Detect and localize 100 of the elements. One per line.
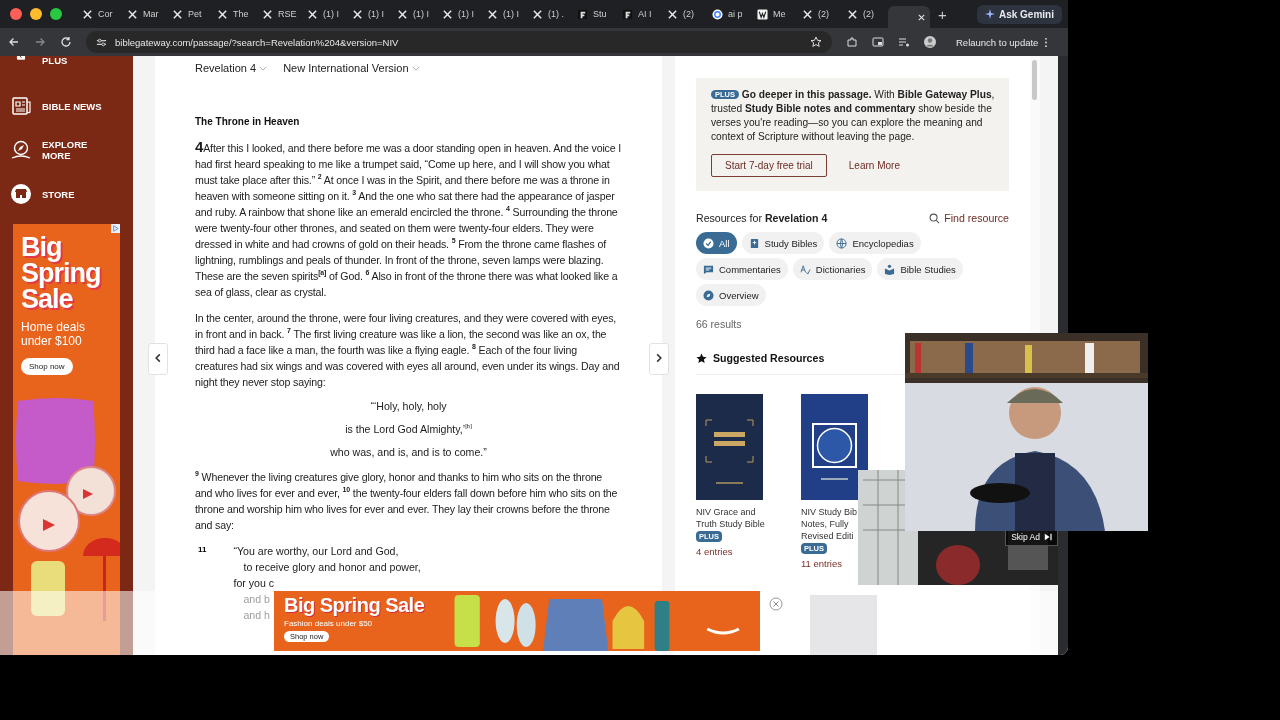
browser-tab[interactable]: (2) xyxy=(798,3,841,25)
spell-check-icon xyxy=(799,263,811,275)
filter-chip[interactable]: Dictionaries xyxy=(792,258,873,280)
poetry-line: for you c xyxy=(233,576,275,591)
version-dropdown[interactable]: New International Version xyxy=(283,62,420,74)
browser-tab[interactable]: (1) I xyxy=(393,3,436,25)
extensions-icon[interactable] xyxy=(846,36,858,48)
browser-tab[interactable]: The xyxy=(213,3,256,25)
ask-button[interactable]: Ask Gemini xyxy=(976,4,1062,24)
free-trial-button[interactable]: Start 7-day free trial xyxy=(711,154,827,177)
circle-icon xyxy=(712,8,723,20)
filter-chip[interactable]: Study Bibles xyxy=(741,232,825,254)
browser-tab[interactable]: Mar xyxy=(123,3,166,25)
browser-tab[interactable]: (2) xyxy=(843,3,886,25)
sidebar-item[interactable]: STORE xyxy=(0,180,133,208)
x-icon xyxy=(262,8,273,20)
x-icon xyxy=(442,8,453,20)
learn-more-link[interactable]: Learn More xyxy=(848,160,900,171)
minimize-window-button[interactable] xyxy=(30,8,42,20)
filter-chip[interactable]: Commentaries xyxy=(696,258,788,280)
x-icon xyxy=(127,8,138,20)
x-icon xyxy=(487,8,498,20)
poetry-line: “‘Holy, holy, holy xyxy=(369,400,448,412)
sparkle-icon xyxy=(984,9,995,19)
poetry-line: to receive glory and honor and power, xyxy=(242,560,421,575)
entries-link[interactable]: 4 entries xyxy=(696,546,733,557)
ad-headline: Big Spring Sale xyxy=(21,234,102,312)
section-heading: The Throne in Heaven xyxy=(195,116,301,127)
site-settings-icon[interactable] xyxy=(96,36,107,48)
browser-tab[interactable]: Me xyxy=(753,3,796,25)
forward-icon[interactable] xyxy=(34,36,46,48)
reload-icon[interactable] xyxy=(60,36,72,48)
x-icon xyxy=(847,8,858,20)
poetry-line: and h xyxy=(242,608,270,623)
book-title: NIV Study Bib Notes, Fully Revised Editi xyxy=(801,506,858,542)
compass-icon xyxy=(703,289,714,301)
section-title: Suggested Resources xyxy=(713,352,825,364)
x-icon xyxy=(397,8,408,20)
browser-tab[interactable]: Stu xyxy=(573,3,616,25)
relaunch-button[interactable]: Relaunch to update xyxy=(950,35,1055,49)
store-icon xyxy=(10,183,32,205)
ad-subline: Home deals under $100 xyxy=(21,320,87,348)
compass-icon xyxy=(10,139,32,161)
browser-tab[interactable]: (1) . xyxy=(528,3,571,25)
site-icon xyxy=(622,8,633,20)
browser-tab[interactable]: ai p xyxy=(708,3,751,25)
maximize-window-button[interactable] xyxy=(50,8,62,20)
find-resource-link[interactable]: Find resource xyxy=(929,212,1009,224)
passage-dropdown[interactable]: Revelation 4 xyxy=(195,62,268,74)
resources-title: Resources for Revelation 4 xyxy=(696,212,828,224)
skip-icon xyxy=(1044,533,1052,541)
x-icon xyxy=(352,8,363,20)
entries-link[interactable]: 11 entries xyxy=(801,558,842,569)
shop-now-button[interactable]: Shop now xyxy=(21,358,73,375)
bookmark-star-icon[interactable] xyxy=(810,36,822,48)
browser-tab[interactable]: (2) xyxy=(663,3,706,25)
browser-tab[interactable]: (1) I xyxy=(483,3,526,25)
browser-tab[interactable]: AI I xyxy=(618,3,661,25)
next-chapter-button[interactable] xyxy=(649,343,669,375)
cast-icon[interactable] xyxy=(872,36,884,48)
browser-tab[interactable]: Pet xyxy=(168,3,211,25)
verse-paragraph: $^{9}$ Whenever the living creatures give glory, honor and thanks to him who sits on the throne and who lives for ever and ever, $^{10}$ the twenty-four elders fall down before him who sits on the throne and worship him who lives for ever and ever. They lay their crowns before the throne and say: xyxy=(195,469,619,533)
close-ad-icon[interactable] xyxy=(769,597,783,611)
sidebar-item[interactable]: BIBLE NEWS xyxy=(0,92,133,120)
x-icon xyxy=(532,8,543,20)
profile-avatar-icon[interactable] xyxy=(924,36,936,48)
advertisement-banner[interactable]: Big Spring Sale Home deals under $100 Shop now xyxy=(13,224,120,655)
close-tab-icon[interactable] xyxy=(917,12,926,22)
filter-chip[interactable]: Encyclopedias xyxy=(829,232,921,254)
check-icon xyxy=(703,237,714,249)
new-tab-button[interactable]: + xyxy=(932,5,953,23)
newspaper-icon xyxy=(10,95,32,117)
previous-chapter-button[interactable] xyxy=(148,343,168,375)
filter-chip[interactable]: All xyxy=(696,232,737,254)
browser-tab[interactable]: Cor xyxy=(78,3,121,25)
site-icon xyxy=(757,8,768,20)
back-icon[interactable] xyxy=(8,36,20,48)
browser-tab[interactable]: (1) I xyxy=(348,3,391,25)
ad-subline: Fashion deals under $50 xyxy=(284,619,373,628)
poetry-line: “You are worthy, our Lord and God, xyxy=(233,544,399,559)
search-icon xyxy=(929,212,941,224)
sidebar-item[interactable]: PLUS xyxy=(0,56,133,66)
caret-icon xyxy=(259,65,268,71)
address-field[interactable]: biblegateway.com/passage/?search=Revelation%204&version=NIV xyxy=(86,31,832,53)
close-window-button[interactable] xyxy=(10,8,22,20)
media-icon[interactable] xyxy=(898,36,910,48)
more-icon xyxy=(1044,36,1049,48)
verse-paragraph: 4After this I looked, and there before me was a door standing open in heaven. And the voice I had first heard speaking to me like a trumpet said, “Come up here, and I will show you what must take place after this.” $^{2}$ At once I was in the Spirit, and there before me was a throne in heaven with someone sitting on it. $^{3}$ And the one who sat there had the appearance of jasper and ruby. A rainbow that shone like an emerald encircled the throne. $^{4}$ Surrounding the throne were twenty-four other thrones, and seated on them were twenty-four elders. They were dressed in white and had crowns of gold on their heads. $^{5}$ From the throne came flashes of lightning, rumblings and peals of thunder. In front of the throne, seven lamps were blazing. These are the seven spirits$^{[a]}$ of God. $^{6}$ Also in front of the throne there was what looked like a sea of glass, clear as crystal. xyxy=(195,139,622,300)
poetry-line: is the Lord God Almighty,’$^{[b]}$ xyxy=(344,423,473,435)
browser-tab[interactable]: RSE xyxy=(258,3,301,25)
browser-tab[interactable]: (1) I xyxy=(303,3,346,25)
filter-chip[interactable]: Bible Studies xyxy=(877,258,963,280)
sidebar-item[interactable]: EXPLORE MORE xyxy=(0,136,133,164)
poetry-line: who was, and is, and is to come.” xyxy=(329,446,488,458)
globe-icon xyxy=(836,237,848,249)
x-icon xyxy=(172,8,183,20)
caret-icon xyxy=(411,65,420,71)
comment-icon xyxy=(703,263,714,275)
browser-tab[interactable]: (1) I xyxy=(438,3,481,25)
filter-chip[interactable]: Overview xyxy=(696,284,766,306)
